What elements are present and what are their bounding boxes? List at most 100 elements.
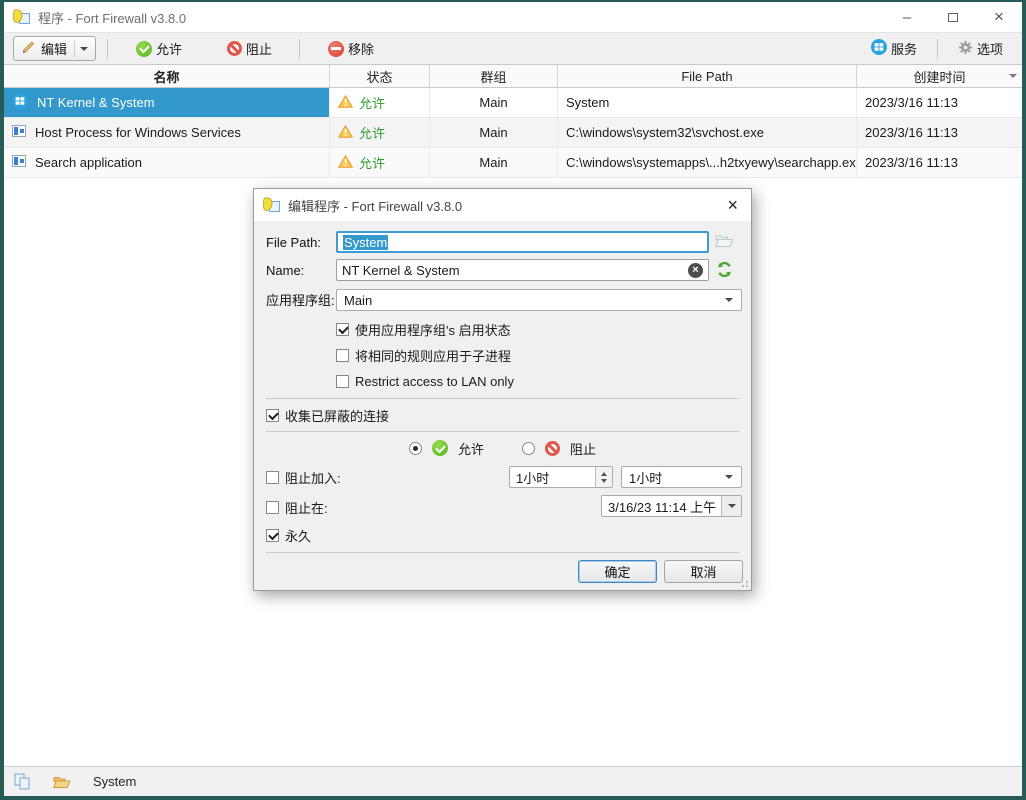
edit-button-label: 编辑 xyxy=(41,39,67,58)
copy-pages-icon xyxy=(14,773,31,790)
block-prohibit-icon xyxy=(227,41,242,56)
separator xyxy=(266,398,739,399)
created-cell[interactable]: 2023/3/16 11:13 xyxy=(857,118,1022,147)
windows-kernel-icon xyxy=(12,93,28,112)
chevron-down-icon xyxy=(725,475,733,479)
column-header-name[interactable]: 名称 xyxy=(4,65,330,87)
checkbox-checked-icon xyxy=(266,529,279,542)
services-button[interactable]: 服务 xyxy=(862,36,926,62)
pencil-icon xyxy=(21,40,36,58)
window-title: 程序 - Fort Firewall v3.8.0 xyxy=(38,8,186,27)
ok-button[interactable]: 确定 xyxy=(578,560,657,583)
block-at-datetime[interactable]: 3/16/23 11:14 上午 xyxy=(601,495,742,517)
titlebar: 程序 - Fort Firewall v3.8.0 – × xyxy=(4,2,1022,32)
group-cell[interactable]: Main xyxy=(430,148,558,177)
created-cell[interactable]: 2023/3/16 11:13 xyxy=(857,88,1022,117)
options-button[interactable]: 选项 xyxy=(949,36,1012,62)
minimize-button[interactable]: – xyxy=(884,2,930,32)
status-cell[interactable]: 允许 xyxy=(330,118,430,147)
table-row[interactable]: Host Process for Windows Services 允许 Mai… xyxy=(4,118,1022,148)
toolbar-separator xyxy=(937,39,938,59)
edit-button[interactable]: 编辑 xyxy=(13,36,96,61)
app-group-label: 应用程序组: xyxy=(266,290,335,312)
gear-icon xyxy=(958,40,973,58)
checkbox-checked-icon xyxy=(266,409,279,422)
table-header: 名称 状态 群组 File Path 创建时间 xyxy=(4,65,1022,88)
block-radio-label: 阻止 xyxy=(570,439,596,458)
browse-folder-icon[interactable] xyxy=(715,233,734,251)
chevron-down-icon xyxy=(80,47,88,51)
remove-button[interactable]: 移除 xyxy=(319,36,383,62)
open-folder-icon xyxy=(53,775,71,789)
clear-icon[interactable]: × xyxy=(688,263,703,278)
application-window-icon xyxy=(12,155,26,170)
file-path-input[interactable]: System xyxy=(336,231,709,253)
collect-blocked-checkbox[interactable]: 收集已屏蔽的连接 xyxy=(266,405,389,425)
app-group-combobox[interactable]: Main xyxy=(336,289,742,311)
block-button-label: 阻止 xyxy=(246,39,272,58)
path-cell[interactable]: C:\windows\systemapps\...h2txyewy\search… xyxy=(558,148,857,177)
name-label: Name: xyxy=(266,260,304,282)
dialog-titlebar: 编辑程序 - Fort Firewall v3.8.0 × xyxy=(254,189,751,221)
column-header-status[interactable]: 状态 xyxy=(330,65,430,87)
checkbox-checked-icon xyxy=(336,323,349,336)
program-name-cell[interactable]: NT Kernel & System xyxy=(4,88,330,117)
allow-check-icon xyxy=(136,41,152,57)
block-at-checkbox[interactable]: 阻止在: xyxy=(266,497,328,517)
allow-radio-label: 允许 xyxy=(458,439,484,458)
application-window-icon xyxy=(12,125,26,140)
table-row[interactable]: NT Kernel & System 允许 Main System 2023/3… xyxy=(4,88,1022,118)
group-cell[interactable]: Main xyxy=(430,118,558,147)
block-prohibit-icon xyxy=(545,441,560,456)
name-input[interactable]: NT Kernel & System × xyxy=(336,259,709,281)
toolbar-separator xyxy=(107,39,108,59)
allow-button-label: 允许 xyxy=(156,39,182,58)
options-button-label: 选项 xyxy=(977,39,1003,58)
warning-icon xyxy=(338,95,353,111)
created-cell[interactable]: 2023/3/16 11:13 xyxy=(857,148,1022,177)
lan-only-checkbox[interactable]: Restrict access to LAN only xyxy=(336,371,514,391)
statusbar-group-text: System xyxy=(93,774,136,789)
services-button-label: 服务 xyxy=(891,39,917,58)
spinner-arrows-icon[interactable] xyxy=(595,467,612,487)
forever-checkbox[interactable]: 永久 xyxy=(266,525,311,545)
chevron-down-icon xyxy=(725,298,733,302)
path-cell[interactable]: C:\windows\system32\svchost.exe xyxy=(558,118,857,147)
allow-radio[interactable] xyxy=(409,442,422,455)
dialog-close-button[interactable]: × xyxy=(727,196,738,214)
app-icon xyxy=(262,197,281,213)
edit-button-divider xyxy=(74,41,75,57)
column-header-group[interactable]: 群组 xyxy=(430,65,558,87)
program-name-cell[interactable]: Search application xyxy=(4,148,330,177)
edit-program-dialog: 编辑程序 - Fort Firewall v3.8.0 × File Path:… xyxy=(253,188,752,591)
status-cell[interactable]: 允许 xyxy=(330,148,430,177)
sort-indicator-icon[interactable] xyxy=(1009,74,1017,78)
program-name-cell[interactable]: Host Process for Windows Services xyxy=(4,118,330,147)
use-group-state-checkbox[interactable]: 使用应用程序组's 启用状态 xyxy=(336,319,511,339)
path-cell[interactable]: System xyxy=(558,88,857,117)
column-header-path[interactable]: File Path xyxy=(558,65,857,87)
status-cell[interactable]: 允许 xyxy=(330,88,430,117)
statusbar: System xyxy=(4,766,1022,796)
allow-button[interactable]: 允许 xyxy=(127,36,191,62)
block-in-unit-combobox[interactable]: 1小时 xyxy=(621,466,742,488)
action-radio-group: 允许 阻止 xyxy=(254,438,751,458)
close-button[interactable]: × xyxy=(976,2,1022,32)
chevron-down-icon[interactable] xyxy=(721,496,741,516)
resize-grip[interactable] xyxy=(741,580,749,588)
separator xyxy=(266,431,739,432)
dialog-title: 编辑程序 - Fort Firewall v3.8.0 xyxy=(288,196,462,215)
refresh-icon[interactable] xyxy=(716,261,733,281)
maximize-button[interactable] xyxy=(930,2,976,32)
apply-child-checkbox[interactable]: 将相同的规则应用于子进程 xyxy=(336,345,511,365)
cancel-button[interactable]: 取消 xyxy=(664,560,743,583)
group-cell[interactable]: Main xyxy=(430,88,558,117)
remove-button-label: 移除 xyxy=(348,39,374,58)
block-button[interactable]: 阻止 xyxy=(218,36,281,62)
block-in-checkbox[interactable]: 阻止加入: xyxy=(266,467,341,487)
table-row[interactable]: Search application 允许 Main C:\windows\sy… xyxy=(4,148,1022,178)
column-header-created[interactable]: 创建时间 xyxy=(857,65,1022,87)
file-path-label: File Path: xyxy=(266,232,321,254)
block-radio[interactable] xyxy=(522,442,535,455)
block-in-spinbox[interactable]: 1小时 xyxy=(509,466,613,488)
